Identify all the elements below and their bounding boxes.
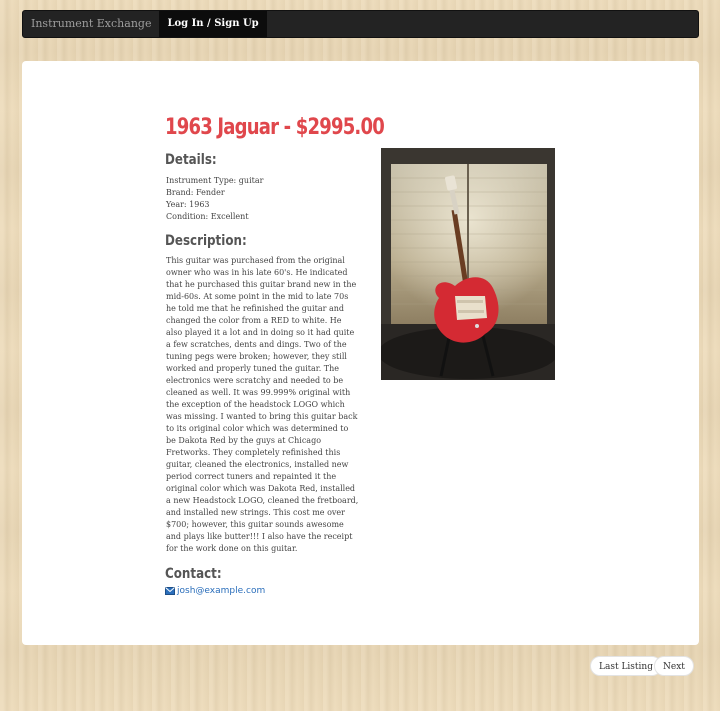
last-listing-button[interactable]: Last Listing: [590, 656, 662, 676]
listing-title: 1963 Jaguar - $2995.00: [165, 115, 385, 140]
detail-condition: Condition: Excellent: [166, 212, 249, 221]
details-heading: Details:: [165, 152, 217, 168]
contact-email-link[interactable]: josh@example.com: [177, 586, 265, 596]
envelope-icon: [165, 587, 175, 595]
description-heading: Description:: [165, 233, 247, 249]
next-button[interactable]: Next: [654, 656, 694, 676]
contact-heading: Contact:: [165, 566, 222, 582]
login-signup-link[interactable]: Log In / Sign Up: [159, 11, 267, 37]
detail-brand: Brand: Fender: [166, 188, 225, 197]
brand-link[interactable]: Instrument Exchange: [23, 11, 159, 37]
guitar-photo: [381, 148, 555, 380]
top-navbar: Instrument Exchange Log In / Sign Up: [22, 10, 699, 38]
detail-instrument-type: Instrument Type: guitar: [166, 176, 264, 185]
contact-row: josh@example.com: [165, 586, 265, 596]
detail-year: Year: 1963: [166, 200, 210, 209]
details-list: Instrument Type: guitar Brand: Fender Ye…: [166, 175, 263, 223]
description-text: This guitar was purchased from the origi…: [166, 256, 359, 553]
listing-panel: 1963 Jaguar - $2995.00 Details: Instrume…: [22, 61, 699, 645]
